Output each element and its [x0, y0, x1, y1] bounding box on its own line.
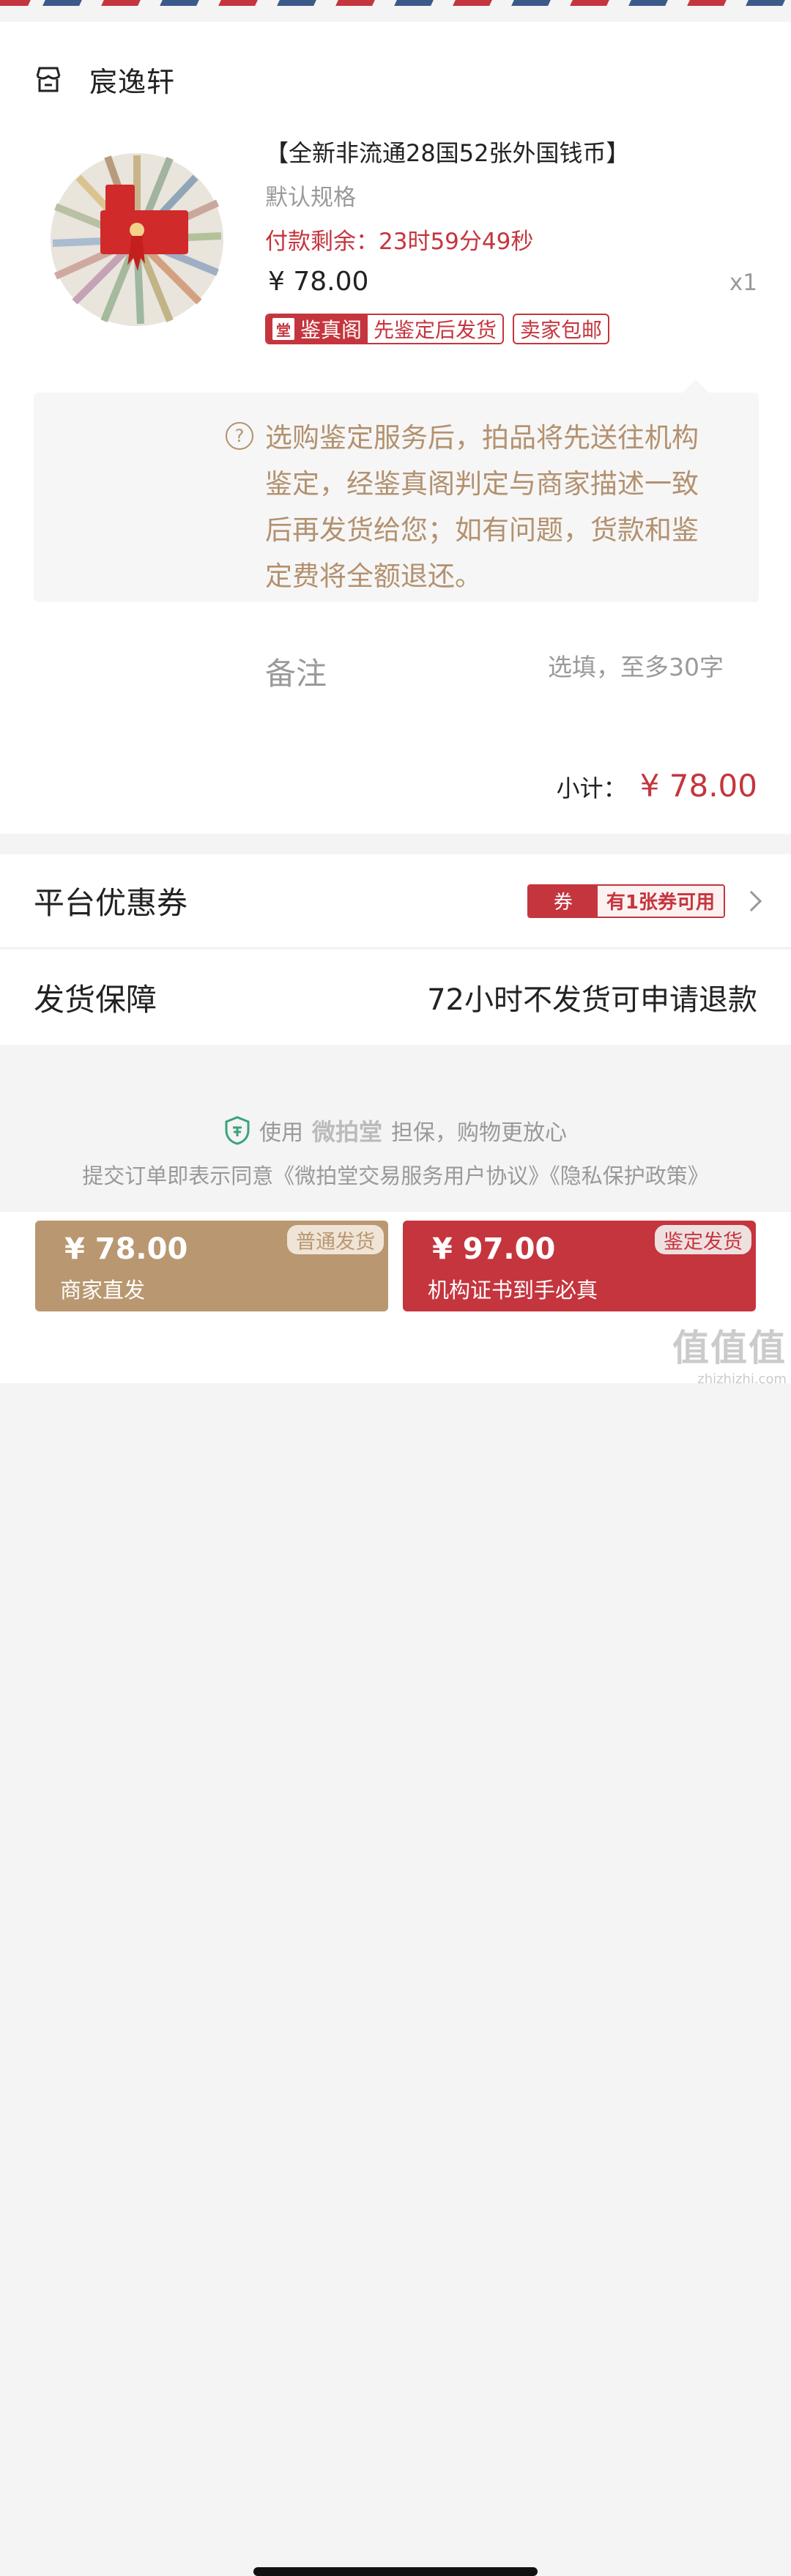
coupon-row[interactable]: 平台优惠券 券 有1张券可用 [0, 854, 791, 948]
airmail-stripe [277, 0, 316, 6]
product-image[interactable] [45, 148, 229, 331]
free-shipping-badge: 卖家包邮 [513, 314, 610, 344]
home-indicator[interactable] [253, 2567, 538, 2576]
coupon-tag[interactable]: 券 有1张券可用 [527, 884, 725, 918]
auth-desc: 机构证书到手必真 [428, 1278, 598, 1303]
product-badges: 堂 鉴真阁 先鉴定后发货 卖家包邮 [265, 314, 610, 344]
coupon-label: 平台优惠券 [34, 885, 188, 921]
airmail-stripe [160, 0, 199, 6]
watermark: 值值值 zhizhizhi.com [672, 1319, 787, 1387]
auth-tag: 鉴定发货 [655, 1225, 751, 1254]
guarantee-brand: 微拍堂 [311, 1118, 382, 1146]
shipping-guarantee-row: 发货保障 72小时不发货可申请退款 [0, 950, 791, 1045]
coupon-available: 有1张券可用 [597, 885, 724, 917]
shield-icon [225, 1116, 250, 1145]
airmail-stripe [335, 0, 375, 6]
product-price: ¥ 78.00 [268, 267, 369, 297]
product-title[interactable]: 【全新非流通28国52张外国钱币】 [265, 135, 629, 169]
watermark-url: zhizhizhi.com [697, 1372, 787, 1387]
airmail-stripe [218, 0, 258, 6]
guarantee-line: 使用 微拍堂 担保，购物更放心 [0, 1114, 791, 1147]
airmail-stripe [511, 0, 551, 6]
normal-tag: 普通发货 [287, 1225, 384, 1254]
authentication-badge: 堂 鉴真阁 先鉴定后发货 [265, 314, 505, 344]
remark-label: 备注 [265, 656, 327, 692]
subtotal-label: 小计： [556, 774, 627, 802]
authenticated-shipping-button[interactable]: ¥ 97.00 机构证书到手必真 鉴定发货 [403, 1221, 756, 1311]
airmail-stripe [101, 0, 141, 6]
product-spec: 默认规格 [265, 185, 356, 211]
guarantee-prefix: 使用 [259, 1120, 303, 1146]
airmail-stripe [453, 0, 492, 6]
shop-icon [36, 67, 61, 92]
auth-price: ¥ 97.00 [432, 1232, 556, 1266]
authentication-tip: ? 选购鉴定服务后，拍品将先送往机构鉴定，经鉴真阁判定与商家描述一致后再发货给您… [34, 393, 759, 602]
product-quantity: x1 [729, 270, 757, 296]
remark-input[interactable] [454, 652, 725, 682]
airmail-stripe [394, 0, 434, 6]
normal-desc: 商家直发 [60, 1278, 146, 1303]
guarantee-suffix: 担保，购物更放心 [391, 1120, 567, 1146]
agreement-text[interactable]: 提交订单即表示同意《微拍堂交易服务用户协议》《隐私保护政策》 [0, 1159, 791, 1190]
coupon-tag-icon: 券 [528, 885, 598, 917]
normal-shipping-button[interactable]: ¥ 78.00 商家直发 普通发货 [35, 1221, 388, 1311]
subtotal: 小计： ¥ 78.00 [557, 768, 757, 804]
watermark-logo: 值值值 [672, 1327, 787, 1369]
payment-countdown: 付款剩余：23时59分49秒 [265, 229, 534, 255]
airmail-stripe [628, 0, 668, 6]
normal-price: ¥ 78.00 [64, 1232, 188, 1266]
badge-brand: 鉴真阁 [300, 318, 363, 342]
jianzhenge-logo-icon: 堂 [272, 318, 294, 340]
shop-header[interactable]: 宸逸轩 [34, 57, 175, 101]
airmail-stripe [570, 0, 609, 6]
shipping-value: 72小时不发货可申请退款 [427, 983, 757, 1017]
subtotal-value: ¥ 78.00 [639, 768, 757, 804]
shipping-label: 发货保障 [34, 981, 157, 1018]
airmail-stripe [746, 0, 785, 6]
chevron-right-icon[interactable] [740, 890, 762, 911]
help-circle-icon: ? [226, 422, 253, 450]
airmail-border [0, 0, 791, 9]
shop-name: 宸逸轩 [89, 65, 176, 98]
airmail-stripe [0, 0, 31, 6]
order-card: 宸逸轩 【全新非流通28国52张外国钱币】 默认规格 付款剩余：23时59分49… [0, 22, 791, 834]
badge-desc: 先鉴定后发货 [368, 315, 503, 343]
airmail-stripe [687, 0, 727, 6]
tip-text: 选购鉴定服务后，拍品将先送往机构鉴定，经鉴真阁判定与商家描述一致后再发货给您；如… [265, 422, 699, 592]
airmail-stripe [42, 0, 82, 6]
tip-arrow [681, 380, 710, 394]
